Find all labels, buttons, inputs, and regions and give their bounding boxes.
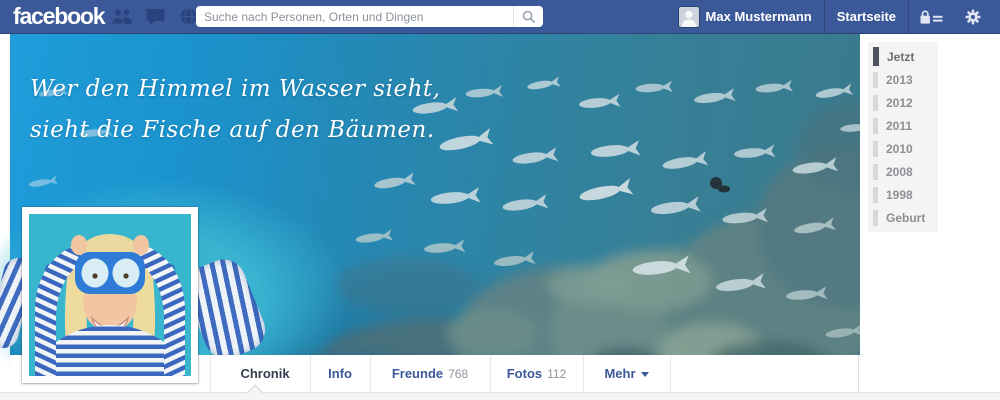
tab-count: 768 [448, 366, 469, 381]
dark-spot [710, 177, 730, 193]
timeline-tick [873, 186, 878, 203]
timeline-item-jetzt[interactable]: Jetzt [868, 46, 938, 67]
timeline-tick [873, 140, 878, 157]
tab-label: Mehr [604, 366, 636, 381]
tab-label: Info [328, 366, 352, 381]
timeline-item-2011[interactable]: 2011 [868, 115, 938, 136]
settings-button[interactable] [954, 0, 992, 33]
facebook-logo[interactable]: facebook [13, 3, 106, 30]
topbar-right-cluster: Max Mustermann Startseite [678, 0, 992, 33]
profile-name-link[interactable]: Max Mustermann [706, 9, 824, 24]
search-box [196, 6, 543, 27]
tab-label: Freunde [391, 366, 444, 381]
messages-icon[interactable] [143, 8, 167, 26]
timeline-tick [873, 163, 878, 180]
tab-fotos[interactable]: Fotos 112 [490, 355, 583, 392]
timeline-tick [873, 47, 879, 66]
cover-quote-text: Wer den Himmel im Wasser sieht, sieht di… [30, 69, 440, 151]
search-button[interactable] [513, 6, 543, 27]
timeline-item-2012[interactable]: 2012 [868, 92, 938, 113]
privacy-shortcuts-button[interactable] [909, 0, 954, 33]
timeline-tick [873, 94, 878, 111]
tab-freunde[interactable]: Freunde 768 [370, 355, 490, 392]
tab-info[interactable]: Info [310, 355, 370, 392]
chevron-down-icon [640, 372, 649, 377]
search-input[interactable] [196, 9, 513, 24]
friend-requests-icon[interactable] [110, 8, 134, 26]
tab-label: Chronik [240, 366, 290, 381]
avatar-silhouette-icon [678, 6, 699, 27]
tab-divider [210, 355, 211, 392]
timeline-year-nav: Jetzt 2013 2012 2011 2010 2008 1998 Gebu… [868, 42, 938, 232]
timeline-item-geburt[interactable]: Geburt [868, 207, 938, 228]
tab-mehr[interactable]: Mehr [583, 355, 670, 392]
topbar-icon-group [110, 0, 200, 33]
quote-line-1: Wer den Himmel im Wasser sieht, [30, 76, 441, 102]
tab-chronik[interactable]: Chronik [220, 355, 310, 392]
timeline-item-2013[interactable]: 2013 [868, 69, 938, 90]
lock-icon [920, 10, 943, 24]
tab-count: 112 [547, 366, 567, 381]
timeline-item-2010[interactable]: 2010 [868, 138, 938, 159]
timeline-tick [873, 71, 878, 88]
timeline-tick [873, 209, 878, 226]
profile-photo-graphic [29, 214, 191, 376]
quote-line-2: sieht die Fische auf den Bäumen. [30, 117, 435, 143]
top-navigation-bar: facebook Suche nach Personen, Orten und … [0, 0, 1000, 34]
profile-picture[interactable] [22, 207, 198, 383]
search-icon [522, 10, 535, 23]
timeline-item-1998[interactable]: 1998 [868, 184, 938, 205]
page-bottom-strip [0, 392, 1000, 400]
facebook-profile-page: facebook Suche nach Personen, Orten und … [0, 0, 1000, 400]
home-link[interactable]: Startseite [825, 9, 908, 24]
tab-label: Fotos [506, 366, 543, 381]
timeline-item-2008[interactable]: 2008 [868, 161, 938, 182]
avatar[interactable] [678, 6, 699, 27]
timeline-tick [873, 117, 878, 134]
gear-icon [965, 9, 981, 24]
tab-divider [670, 355, 671, 392]
